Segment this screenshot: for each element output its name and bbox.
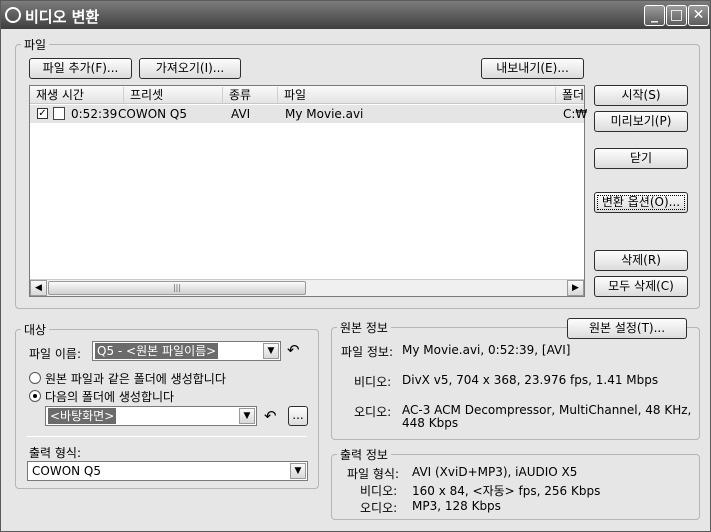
- output-video-value: 160 x 84, <자동> fps, 256 Kbps: [412, 484, 601, 498]
- source-settings-button[interactable]: 원본 설정(T)...: [567, 318, 687, 339]
- source-video-value: DivX v5, 704 x 368, 23.976 fps, 1.41 Mbp…: [402, 373, 659, 387]
- convert-options-button[interactable]: 변환 옵션(O)...: [594, 192, 688, 213]
- output-format-label: 출력 형식:: [29, 446, 82, 460]
- file-group-legend: 파일: [21, 36, 50, 53]
- minimize-button[interactable]: _: [644, 5, 665, 26]
- output-format-info-value: AVI (XviD+MP3), iAUDIO X5: [412, 465, 578, 479]
- file-list-header: 재생 시간 프리셋 종류 파일 폴더: [30, 86, 584, 104]
- source-file-label: 파일 정보:: [341, 345, 394, 359]
- output-audio-value: MP3, 128 Kbps: [412, 499, 501, 513]
- horizontal-scrollbar[interactable]: ◀ ||| ▶: [30, 279, 584, 296]
- output-format-info-label: 파일 형식:: [347, 467, 400, 481]
- row-preset: COWON Q5: [118, 107, 188, 121]
- column-preset[interactable]: 프리셋: [124, 87, 223, 103]
- table-row[interactable]: ✓ 0:52:39 COWON Q5 AVI My Movie.avi C:₩: [30, 105, 588, 123]
- filename-combo[interactable]: Q5 - <원본 파일이름> ▼: [92, 341, 281, 361]
- video-file-icon: [53, 107, 65, 120]
- row-type: AVI: [231, 107, 251, 121]
- file-list[interactable]: 재생 시간 프리셋 종류 파일 폴더 ✓ 0:52:39 COWON Q5 AV…: [29, 85, 588, 297]
- delete-button[interactable]: 삭제(R): [594, 250, 688, 271]
- folder-combo[interactable]: <바탕화면> ▼: [45, 406, 257, 426]
- add-file-button[interactable]: 파일 추가(F)...: [29, 58, 132, 79]
- source-audio-value-1: AC-3 ACM Decompressor, MultiChannel, 48 …: [402, 403, 692, 417]
- row-folder: C:₩: [563, 107, 588, 121]
- row-checkbox[interactable]: ✓: [37, 108, 48, 119]
- preview-button[interactable]: 미리보기(P): [594, 111, 688, 132]
- output-audio-label: 오디오:: [360, 501, 398, 515]
- column-file[interactable]: 파일: [278, 87, 556, 103]
- folder-value: <바탕화면>: [46, 407, 118, 425]
- radio-same-folder[interactable]: [29, 372, 41, 384]
- maximize-button[interactable]: □: [666, 5, 687, 26]
- start-button[interactable]: 시작(S): [594, 85, 688, 106]
- divider: [27, 436, 307, 437]
- target-group-legend: 대상: [21, 321, 50, 338]
- title-bar[interactable]: 비디오 변환 _ □ ✕: [1, 1, 710, 29]
- radio-other-folder-label: 다음의 폴더에 생성합니다: [45, 390, 175, 404]
- video-convert-window: 비디오 변환 _ □ ✕ 파일 파일 추가(F)... 가져오기(I)... 내…: [0, 0, 711, 532]
- row-duration: 0:52:39: [71, 107, 118, 121]
- app-icon: [5, 7, 21, 23]
- undo-icon[interactable]: ↶: [264, 409, 277, 424]
- source-file-value: My Movie.avi, 0:52:39, [AVI]: [402, 343, 571, 357]
- output-info-legend: 출력 정보: [337, 446, 391, 463]
- filename-label: 파일 이름:: [29, 347, 82, 361]
- output-format-value: COWON Q5: [32, 464, 102, 478]
- chevron-down-icon[interactable]: ▼: [239, 408, 255, 424]
- radio-other-folder[interactable]: [29, 390, 41, 402]
- column-folder[interactable]: 폴더: [556, 87, 584, 103]
- window-title: 비디오 변환: [25, 8, 100, 26]
- source-audio-value-2: 448 Kbps: [402, 416, 459, 430]
- output-format-combo[interactable]: COWON Q5 ▼: [27, 461, 308, 481]
- source-video-label: 비디오:: [354, 375, 392, 389]
- filename-value: Q5 - <원본 파일이름>: [93, 342, 220, 360]
- chevron-down-icon[interactable]: ▼: [290, 463, 306, 479]
- import-button[interactable]: 가져오기(I)...: [139, 58, 241, 79]
- source-audio-label: 오디오:: [354, 405, 392, 419]
- close-button[interactable]: 닫기: [594, 148, 688, 169]
- output-video-label: 비디오:: [360, 484, 398, 498]
- delete-all-button[interactable]: 모두 삭제(C): [594, 276, 688, 297]
- chevron-down-icon[interactable]: ▼: [263, 343, 279, 359]
- row-file: My Movie.avi: [285, 107, 364, 121]
- column-type[interactable]: 종류: [223, 87, 278, 103]
- export-button[interactable]: 내보내기(E)...: [481, 58, 584, 79]
- radio-same-folder-label: 원본 파일과 같은 폴더에 생성합니다: [45, 372, 226, 386]
- scroll-thumb[interactable]: |||: [48, 281, 306, 295]
- browse-button[interactable]: ...: [288, 406, 308, 426]
- column-duration[interactable]: 재생 시간: [30, 87, 124, 103]
- scroll-right-icon[interactable]: ▶: [567, 280, 584, 296]
- source-info-legend: 원본 정보: [337, 319, 391, 336]
- close-window-button[interactable]: ✕: [688, 5, 709, 26]
- scroll-left-icon[interactable]: ◀: [30, 280, 47, 296]
- undo-icon[interactable]: ↶: [287, 343, 300, 358]
